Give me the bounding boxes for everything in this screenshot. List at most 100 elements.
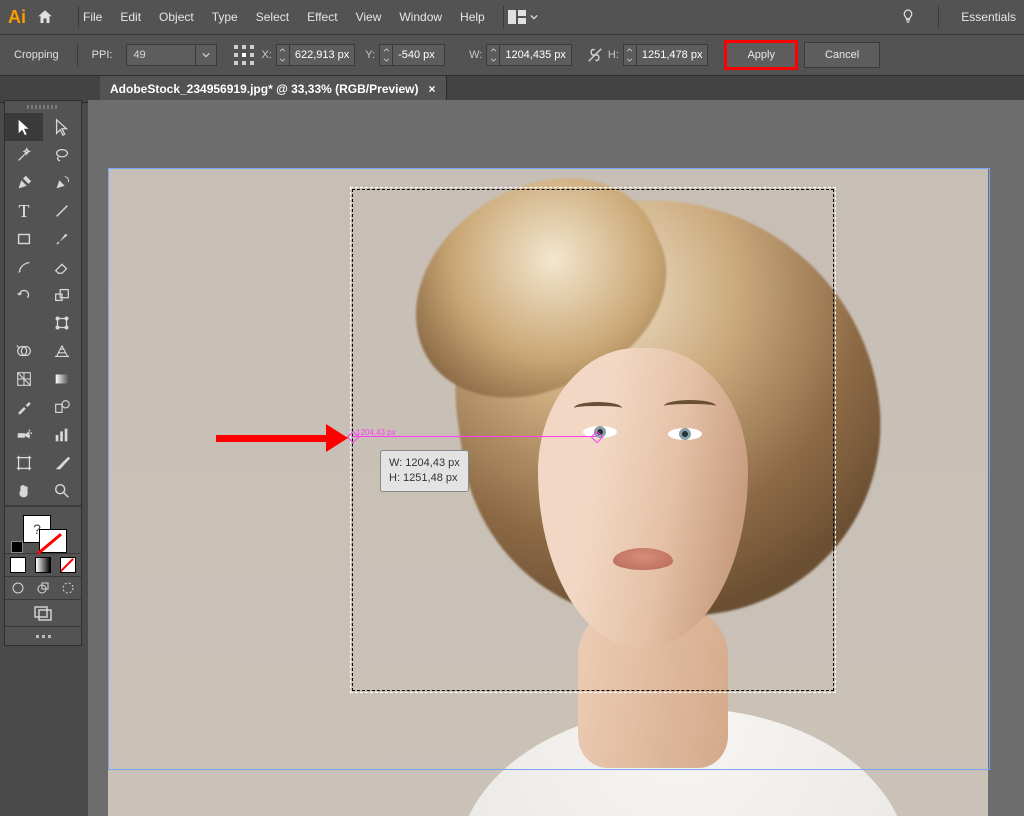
ppi-select[interactable]: 49 — [126, 44, 217, 66]
scale-tool[interactable] — [43, 281, 81, 309]
help-tips-icon[interactable] — [900, 8, 916, 27]
eraser-tool[interactable] — [43, 253, 81, 281]
chevron-up-icon[interactable] — [277, 45, 289, 55]
mode-label: Cropping — [14, 49, 59, 61]
draw-mode-row — [5, 576, 81, 599]
draw-behind-icon[interactable] — [30, 577, 55, 599]
workspace-switcher[interactable]: Essentials — [961, 10, 1016, 24]
menu-effect[interactable]: Effect — [307, 10, 337, 24]
color-mode-none[interactable] — [56, 554, 81, 576]
reference-point-grid[interactable] — [233, 44, 255, 66]
separator — [503, 6, 504, 28]
y-label: Y: — [365, 49, 375, 61]
separator — [77, 44, 78, 66]
pen-tool[interactable] — [5, 169, 43, 197]
panel-grip[interactable] — [5, 101, 81, 113]
shaper-tool[interactable] — [5, 253, 43, 281]
tooltip-height: H: 1251,48 px — [389, 471, 460, 486]
h-input[interactable]: 1251,478 px — [637, 44, 709, 66]
draw-inside-icon[interactable] — [56, 577, 81, 599]
curvature-tool[interactable] — [43, 169, 81, 197]
annotation-arrow — [216, 428, 346, 448]
shape-builder-tool[interactable] — [5, 337, 43, 365]
smart-guide-measure-label: 1204,43 px — [356, 428, 396, 437]
chevron-down-icon[interactable] — [277, 55, 289, 65]
w-field: W: 1204,435 px — [469, 44, 572, 66]
artboard-tool[interactable] — [5, 449, 43, 477]
width-tool[interactable] — [5, 309, 43, 337]
dimensions-tooltip: W: 1204,43 px H: 1251,48 px — [380, 450, 469, 492]
mesh-tool[interactable] — [5, 365, 43, 393]
menu-select[interactable]: Select — [256, 10, 289, 24]
magic-wand-tool[interactable] — [5, 141, 43, 169]
canvas-area[interactable]: 1204,43 px W: 1204,43 px H: 1251,48 px — [88, 100, 1024, 816]
zoom-tool[interactable] — [43, 477, 81, 505]
w-stepper[interactable] — [486, 44, 500, 66]
line-segment-tool[interactable] — [43, 197, 81, 225]
apply-button[interactable]: Apply — [726, 42, 796, 68]
control-bar: Cropping PPI: 49 X: 622,913 px Y: -540 p… — [0, 35, 1024, 76]
type-tool[interactable]: T — [5, 197, 43, 225]
close-icon[interactable]: × — [429, 82, 436, 96]
slice-tool[interactable] — [43, 449, 81, 477]
menu-object[interactable]: Object — [159, 10, 194, 24]
eyedropper-tool[interactable] — [5, 393, 43, 421]
paintbrush-tool[interactable] — [43, 225, 81, 253]
app-logo-ai: Ai — [8, 7, 26, 28]
menu-edit[interactable]: Edit — [120, 10, 141, 24]
color-mode-gradient[interactable] — [30, 554, 55, 576]
cancel-button[interactable]: Cancel — [804, 42, 880, 68]
menu-help[interactable]: Help — [460, 10, 485, 24]
menu-bar: Ai File Edit Object Type Select Effect V… — [0, 0, 1024, 35]
perspective-grid-tool[interactable] — [43, 337, 81, 365]
stroke-swatch[interactable] — [39, 529, 67, 553]
tooltip-width: W: 1204,43 px — [389, 456, 460, 471]
rectangle-tool[interactable] — [5, 225, 43, 253]
chevron-down-icon — [530, 13, 538, 21]
x-label: X: — [261, 49, 271, 61]
rotate-tool[interactable] — [5, 281, 43, 309]
draw-normal-icon[interactable] — [5, 577, 30, 599]
x-field: X: 622,913 px — [261, 44, 355, 66]
tools-panel: T ? — [4, 100, 82, 646]
constrain-link-icon[interactable] — [586, 46, 604, 64]
color-mode-solid[interactable] — [5, 554, 30, 576]
selection-tool[interactable] — [5, 113, 43, 141]
gradient-tool[interactable] — [43, 365, 81, 393]
menu-file[interactable]: File — [83, 10, 102, 24]
menu-window[interactable]: Window — [399, 10, 442, 24]
fill-stroke-swatch[interactable]: ? — [5, 506, 81, 553]
ppi-label: PPI: — [92, 49, 113, 61]
ppi-value[interactable]: 49 — [127, 45, 195, 65]
y-stepper[interactable] — [379, 44, 393, 66]
hand-tool[interactable] — [5, 477, 43, 505]
column-graph-tool[interactable] — [43, 421, 81, 449]
screen-mode-button[interactable] — [5, 599, 81, 626]
chevron-down-icon[interactable] — [624, 55, 636, 65]
y-input[interactable]: -540 px — [393, 44, 445, 66]
color-mode-row — [5, 553, 81, 576]
chevron-down-icon[interactable] — [487, 55, 499, 65]
free-transform-tool[interactable] — [43, 309, 81, 337]
lasso-tool[interactable] — [43, 141, 81, 169]
arrange-documents-button[interactable] — [508, 10, 538, 24]
document-tab[interactable]: AdobeStock_234956919.jpg* @ 33,33% (RGB/… — [100, 76, 447, 102]
chevron-up-icon[interactable] — [380, 45, 392, 55]
blend-tool[interactable] — [43, 393, 81, 421]
h-stepper[interactable] — [623, 44, 637, 66]
w-input[interactable]: 1204,435 px — [500, 44, 572, 66]
edit-toolbar-button[interactable] — [5, 626, 81, 645]
symbol-sprayer-tool[interactable] — [5, 421, 43, 449]
main-menu: File Edit Object Type Select Effect View… — [83, 10, 485, 24]
chevron-up-icon[interactable] — [624, 45, 636, 55]
chevron-down-icon[interactable] — [380, 55, 392, 65]
chevron-up-icon[interactable] — [487, 45, 499, 55]
default-fill-stroke-icon[interactable] — [11, 541, 23, 553]
x-input[interactable]: 622,913 px — [290, 44, 355, 66]
x-stepper[interactable] — [276, 44, 290, 66]
chevron-down-icon[interactable] — [195, 45, 216, 65]
menu-type[interactable]: Type — [212, 10, 238, 24]
direct-selection-tool[interactable] — [43, 113, 81, 141]
home-icon[interactable] — [36, 8, 54, 26]
menu-view[interactable]: View — [356, 10, 382, 24]
